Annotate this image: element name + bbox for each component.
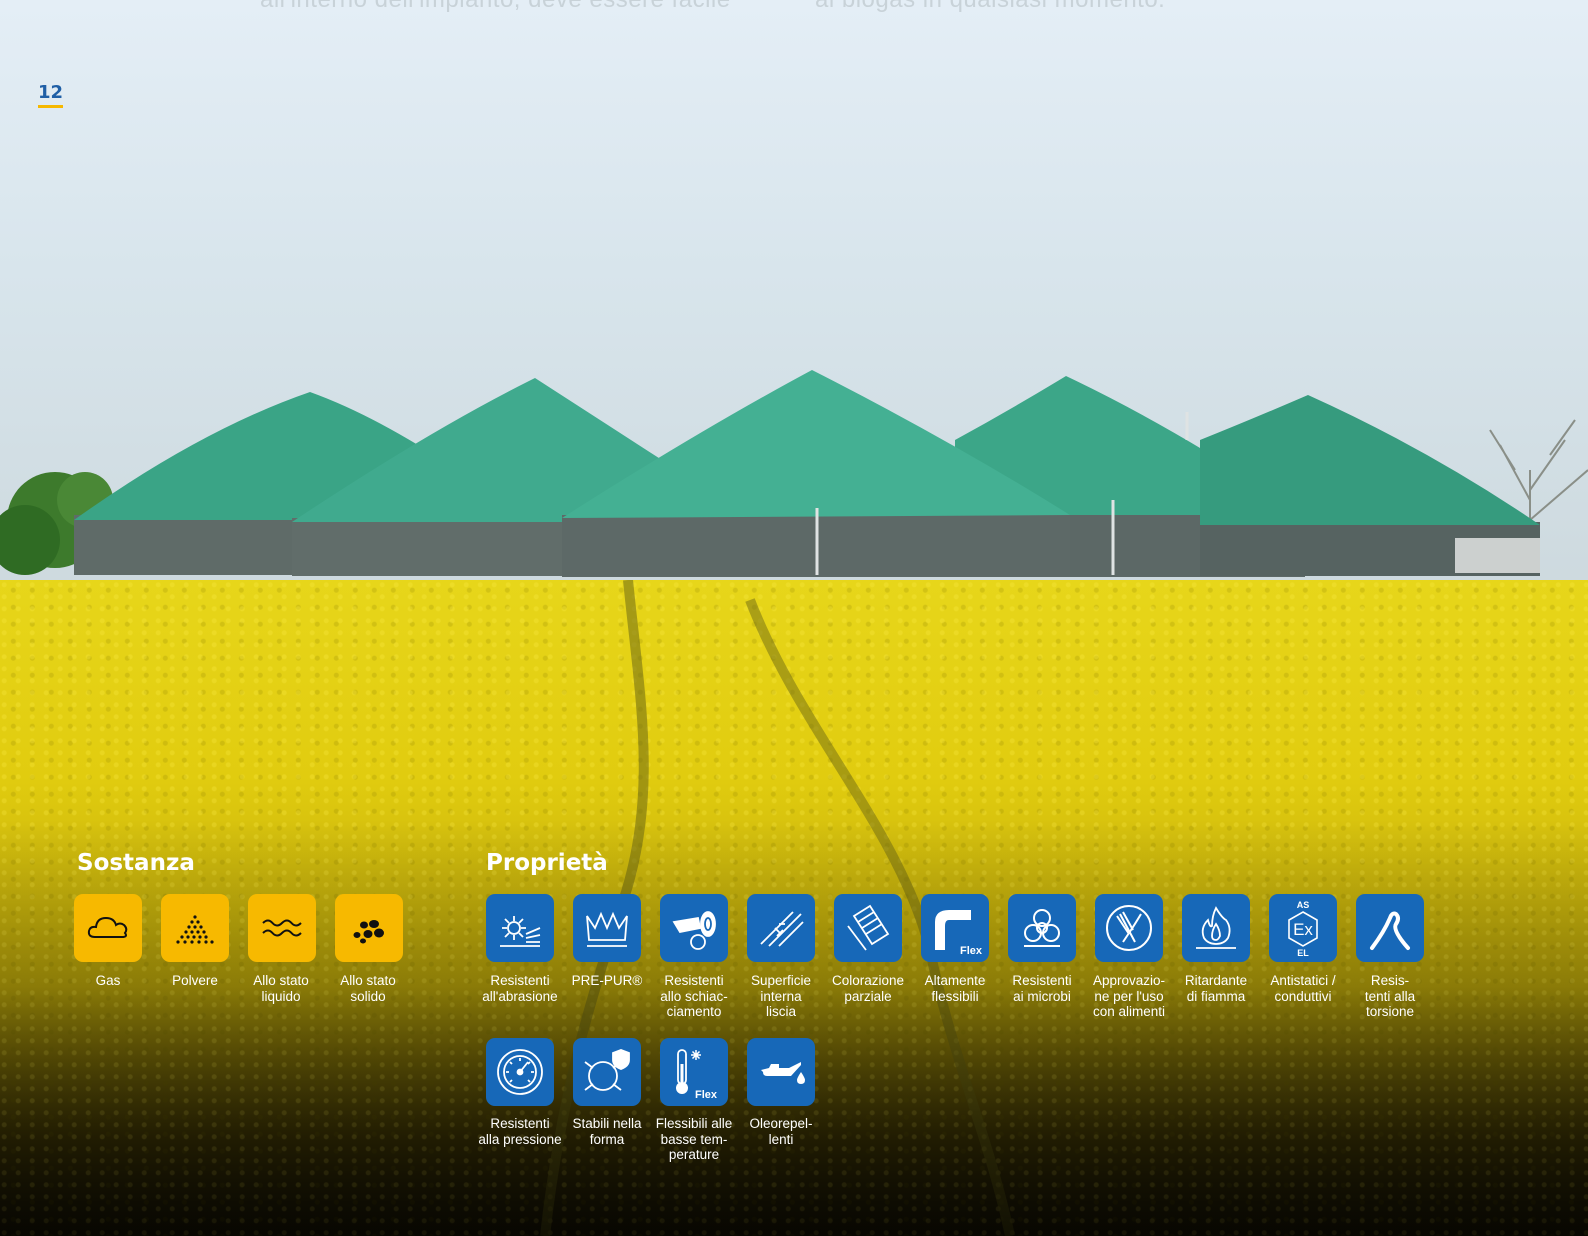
continued-text-right: al biogas in qualsiasi momento. bbox=[815, 0, 1165, 14]
property-tile-pressure bbox=[486, 1038, 554, 1106]
ex-label: Ex bbox=[1293, 920, 1313, 939]
pellets-icon bbox=[353, 920, 384, 944]
substance-label-gas: Gas bbox=[95, 973, 121, 988]
property-label-abrasion: Resistenti all'abrasione bbox=[482, 973, 558, 1004]
flex-badge-cold: Flex bbox=[695, 1089, 718, 1101]
biohazard-icon bbox=[1024, 909, 1060, 947]
proprieta-title: Proprietà bbox=[486, 850, 608, 876]
powder-icon bbox=[176, 915, 214, 944]
substance-tile-liquid bbox=[248, 894, 316, 962]
substance-tile-gas bbox=[74, 894, 142, 962]
property-tile-prepur bbox=[573, 894, 641, 962]
property-label-pressure: Resistenti alla pressione bbox=[478, 1116, 562, 1147]
property-label-prepur: PRE-PUR® bbox=[571, 973, 643, 988]
crush-icon bbox=[672, 911, 716, 950]
property-tile-oil bbox=[747, 1038, 815, 1106]
substance-tile-powder bbox=[161, 894, 229, 962]
sostanza-title: Sostanza bbox=[77, 850, 195, 876]
property-tile-abrasion bbox=[486, 894, 554, 962]
as-label: AS bbox=[1297, 900, 1310, 910]
property-label-flexible: Altamente flessibili bbox=[924, 973, 986, 1004]
food-approval-icon bbox=[1106, 905, 1152, 951]
waves-icon bbox=[262, 919, 302, 937]
flex-badge: Flex bbox=[960, 945, 983, 957]
property-label-cold-flex: Flessibili alle basse tem- perature bbox=[655, 1116, 733, 1162]
flex-hose-icon: Flex bbox=[935, 910, 983, 957]
property-label-oil: Oleorepel- lenti bbox=[749, 1116, 813, 1147]
crown-icon bbox=[586, 911, 628, 947]
property-label-shape-stable: Stabili nella forma bbox=[572, 1116, 642, 1147]
property-tile-smooth bbox=[747, 894, 815, 962]
biogas-domes bbox=[0, 370, 1588, 577]
partial-color-icon bbox=[847, 904, 890, 951]
substance-tile-solid bbox=[335, 894, 403, 962]
substance-label-liquid: Allo stato liquido bbox=[253, 973, 309, 1004]
flame-icon bbox=[1196, 906, 1236, 949]
torsion-icon bbox=[1370, 911, 1410, 950]
property-label-food: Approvazio- ne per l'uso con alimenti bbox=[1092, 973, 1166, 1019]
property-label-flame: Ritardante di fiamma bbox=[1184, 973, 1248, 1004]
abrasion-icon bbox=[500, 916, 541, 947]
property-label-crush: Resistenti allo schiac- ciamento bbox=[660, 973, 728, 1019]
property-tile-flexible: Flex bbox=[921, 894, 989, 962]
page-number: 12 bbox=[38, 82, 64, 108]
smooth-surface-icon bbox=[760, 911, 804, 947]
shape-stable-icon bbox=[584, 1049, 630, 1091]
property-tile-partial-color bbox=[834, 894, 902, 962]
continued-text-left: all'interno dell'impianto, deve essere f… bbox=[260, 0, 731, 14]
property-tile-antistatic: AS Ex EL bbox=[1269, 894, 1337, 962]
property-tile-flame bbox=[1182, 894, 1250, 962]
property-label-microbes: Resistenti ai microbi bbox=[1012, 973, 1072, 1004]
building-right bbox=[1455, 538, 1540, 573]
property-label-smooth: Superficie interna liscia bbox=[750, 973, 812, 1019]
property-tile-food bbox=[1095, 894, 1163, 962]
property-label-torsion: Resis- tenti alla torsione bbox=[1364, 973, 1416, 1019]
pressure-gauge-icon bbox=[497, 1049, 543, 1095]
substance-label-solid: Allo stato solido bbox=[340, 973, 396, 1004]
ex-antistatic-icon: AS Ex EL bbox=[1288, 900, 1318, 958]
bottom-shadow bbox=[0, 820, 1588, 1236]
cloud-icon bbox=[87, 916, 128, 938]
oil-can-icon bbox=[761, 1062, 805, 1084]
property-tile-shape-stable bbox=[573, 1038, 641, 1106]
property-label-antistatic: Antistatici / conduttivi bbox=[1270, 973, 1336, 1004]
property-label-partial-color: Colorazione parziale bbox=[831, 973, 905, 1004]
property-tile-cold-flex: Flex bbox=[660, 1038, 728, 1106]
property-tile-microbes bbox=[1008, 894, 1076, 962]
substance-label-powder: Polvere bbox=[172, 973, 218, 988]
el-label: EL bbox=[1297, 948, 1309, 958]
property-tile-torsion bbox=[1356, 894, 1424, 962]
property-tile-crush bbox=[660, 894, 728, 962]
cold-thermometer-icon: Flex bbox=[676, 1049, 718, 1101]
